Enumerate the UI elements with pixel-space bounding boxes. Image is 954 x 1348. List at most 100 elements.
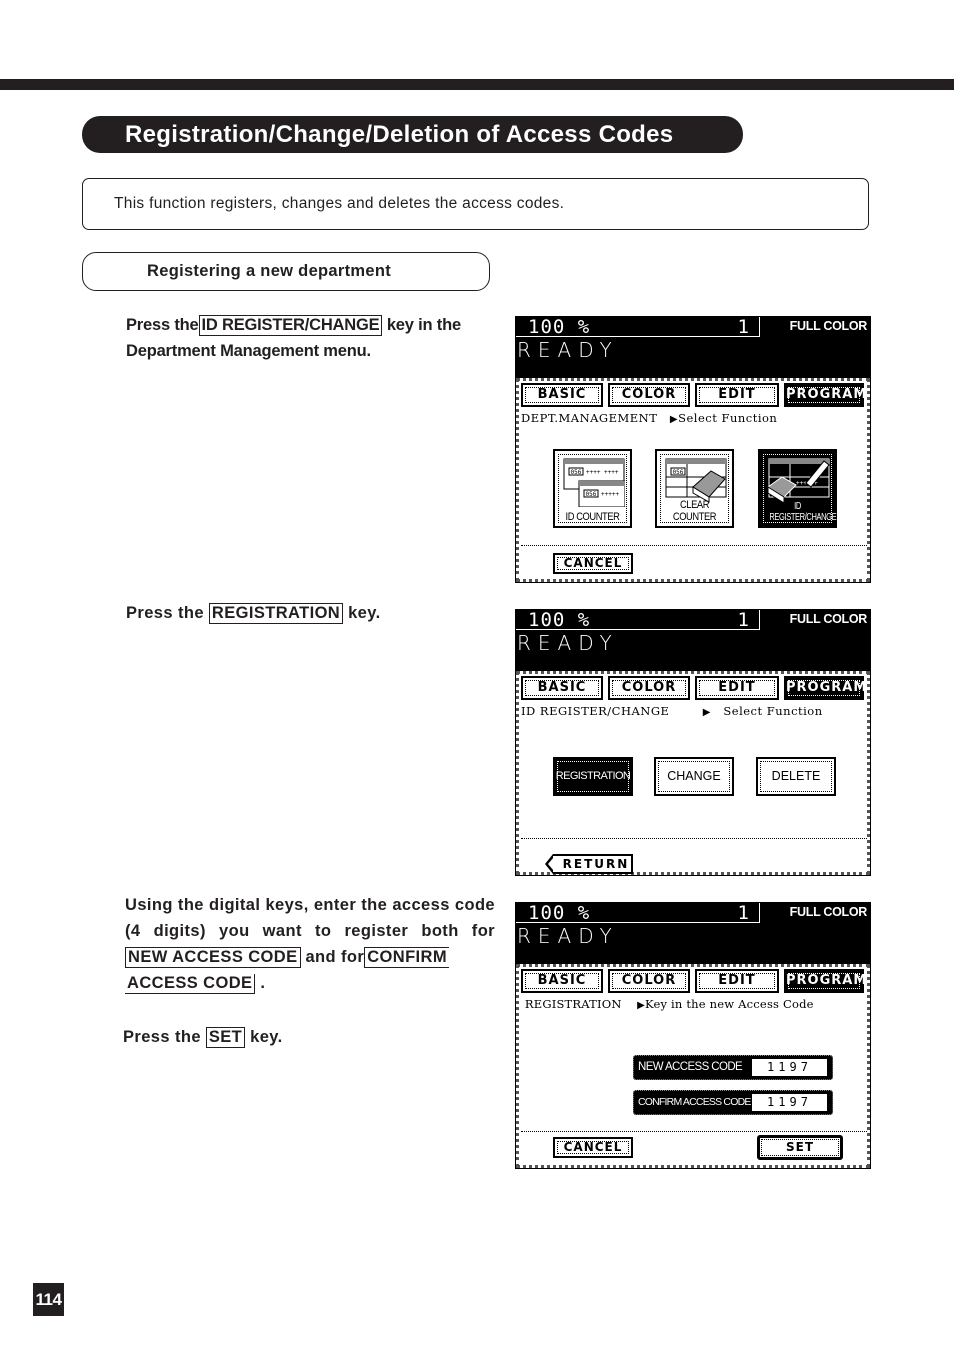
tab-color[interactable]: COLOR <box>608 676 690 700</box>
confirm-access-code-field[interactable]: 1197 <box>752 1094 827 1111</box>
set-button[interactable]: SET <box>757 1135 843 1160</box>
step-4-instruction: Press the SET key. <box>123 1024 493 1050</box>
mode-tabs: BASIC COLOR EDIT PROGRAM <box>521 676 867 702</box>
page-title: Registration/Change/Deletion of Access C… <box>82 116 743 153</box>
step-4-text-before: Press the <box>123 1028 201 1046</box>
cancel-button[interactable]: CANCEL <box>553 553 633 574</box>
icon-id-text-2: 056 <box>586 491 597 498</box>
new-access-code-field[interactable]: 1197 <box>752 1059 827 1076</box>
key-ref-id-register-change: ID REGISTER/CHANGE <box>198 315 383 336</box>
lcd-screen-registration: 100 % 1 FULL COLOR READY BASIC COLOR EDI… <box>515 902 871 1169</box>
key-ref-registration: REGISTRATION <box>208 603 344 624</box>
new-access-code-row: NEW ACCESS CODE 1197 <box>633 1055 833 1080</box>
mode-tabs: BASIC COLOR EDIT PROGRAM <box>521 383 867 409</box>
key-ref-set: SET <box>205 1027 246 1048</box>
lcd-screen-dept-management: 100 % 1 FULL COLOR READY BASIC COLOR EDI… <box>515 316 871 583</box>
status-message: READY <box>517 631 619 655</box>
icon-dots: ++++ ++++ <box>586 469 619 476</box>
clear-counter-button[interactable]: 056 CLEAR COUNTER <box>655 449 734 528</box>
tab-color[interactable]: COLOR <box>608 969 690 993</box>
step-1-text-before: Press the <box>126 316 199 334</box>
breadcrumb: ID REGISTER/CHANGE ▶ Select Function <box>521 704 867 718</box>
lcd-status-bar: 100 % 1 FULL COLOR READY <box>515 316 871 378</box>
crumb-menu: REGISTRATION <box>524 997 622 1011</box>
step-4-text-after: key. <box>250 1028 283 1046</box>
breadcrumb: DEPT.MANAGEMENT ▶Select Function <box>521 411 867 425</box>
registration-button[interactable]: REGISTRATION <box>553 757 633 796</box>
lcd-body: BASIC COLOR EDIT PROGRAM DEPT.MANAGEMENT… <box>516 378 870 582</box>
confirm-access-code-label: CONFIRM ACCESS CODE <box>638 1096 751 1108</box>
icon-dots-2: +++++ <box>601 491 619 498</box>
page-number: 114 <box>33 1283 64 1316</box>
copy-count: 1 <box>737 316 749 338</box>
key-ref-access-code: ACCESS CODE <box>125 974 256 994</box>
tab-program[interactable]: PROGRAM <box>784 676 866 700</box>
separator <box>521 1131 867 1132</box>
id-counter-button[interactable]: 056 ++++ ++++ 056 +++++ ID COUNTER <box>553 449 632 528</box>
step-3-instruction: Using the digital keys, enter the access… <box>125 892 495 996</box>
tab-basic[interactable]: BASIC <box>521 383 603 407</box>
tab-edit[interactable]: EDIT <box>695 383 779 407</box>
tab-edit[interactable]: EDIT <box>695 969 779 993</box>
change-button[interactable]: CHANGE <box>654 757 734 796</box>
lcd-screen-id-register-change: 100 % 1 FULL COLOR READY BASIC COLOR EDI… <box>515 609 871 876</box>
icon-id-text: 056 <box>571 469 582 476</box>
intro-box: This function registers, changes and del… <box>82 178 869 230</box>
lcd-body: BASIC COLOR EDIT PROGRAM ID REGISTER/CHA… <box>516 671 870 875</box>
tab-color[interactable]: COLOR <box>608 383 690 407</box>
color-mode: FULL COLOR <box>789 612 868 626</box>
color-mode: FULL COLOR <box>789 905 868 919</box>
new-access-code-label: NEW ACCESS CODE <box>638 1061 743 1073</box>
breadcrumb: REGISTRATION ▶Key in the new Access Code <box>521 997 867 1011</box>
triangle-right-icon: ▶ <box>669 414 679 425</box>
crumb-prompt: Key in the new Access Code <box>644 997 814 1011</box>
ratio-display: 100 % 1 <box>516 316 760 338</box>
tab-basic[interactable]: BASIC <box>521 969 603 993</box>
zoom-ratio: 100 % <box>528 609 591 631</box>
tab-edit[interactable]: EDIT <box>695 676 779 700</box>
clear-counter-label: CLEAR COUNTER <box>672 499 717 523</box>
confirm-access-code-row: CONFIRM ACCESS CODE 1197 <box>633 1090 833 1115</box>
crumb-prompt: Select Function <box>678 411 778 425</box>
step-2-instruction: Press the REGISTRATION key. <box>126 600 496 626</box>
id-register-change-button[interactable]: ++++++ ID REGISTER/CHANGE <box>758 449 837 528</box>
ratio-display: 100 % 1 <box>516 902 760 924</box>
header-rule <box>0 79 954 90</box>
return-button[interactable]: RETURN <box>545 854 633 874</box>
intro-text: This function registers, changes and del… <box>114 195 565 212</box>
counter-table-icon: 056 ++++ ++++ 056 +++++ <box>563 458 625 507</box>
status-message: READY <box>517 924 619 948</box>
delete-button[interactable]: DELETE <box>756 757 836 796</box>
tab-program[interactable]: PROGRAM <box>784 383 866 407</box>
ratio-display: 100 % 1 <box>516 609 760 631</box>
crumb-prompt: Select Function <box>723 704 823 718</box>
tab-program[interactable]: PROGRAM <box>784 969 866 993</box>
lcd-body: BASIC COLOR EDIT PROGRAM REGISTRATION ▶K… <box>516 964 870 1168</box>
step-1-instruction: Press the ID REGISTER/CHANGE key in the D… <box>126 312 496 364</box>
separator <box>521 545 867 546</box>
lcd-status-bar: 100 % 1 FULL COLOR READY <box>515 902 871 964</box>
step-2-text-after: key. <box>348 604 381 622</box>
section-title: Registering a new department <box>82 252 490 291</box>
step-3-text-2: and for <box>305 948 365 966</box>
id-register-change-label: ID REGISTER/CHANGE <box>769 501 837 523</box>
crumb-menu: ID REGISTER/CHANGE <box>521 704 670 718</box>
step-3-text-1: Using the digital keys, enter the access… <box>125 896 495 940</box>
separator <box>521 838 867 839</box>
id-counter-label: ID COUNTER <box>565 511 620 523</box>
tab-basic[interactable]: BASIC <box>521 676 603 700</box>
mode-tabs: BASIC COLOR EDIT PROGRAM <box>521 969 867 995</box>
step-3-text-3: . <box>260 974 266 992</box>
triangle-right-icon: ▶ <box>702 707 711 718</box>
key-ref-new-access-code: NEW ACCESS CODE <box>125 947 301 968</box>
status-message: READY <box>517 338 619 362</box>
pencil-eraser-table-icon: ++++++ <box>767 458 830 504</box>
icon-id-text-3: 056 <box>673 469 684 476</box>
triangle-right-icon: ▶ <box>637 1000 645 1011</box>
lcd-status-bar: 100 % 1 FULL COLOR READY <box>515 609 871 671</box>
crumb-menu: DEPT.MANAGEMENT <box>521 411 658 425</box>
cancel-button[interactable]: CANCEL <box>553 1137 633 1158</box>
zoom-ratio: 100 % <box>528 902 591 924</box>
copy-count: 1 <box>737 902 749 924</box>
copy-count: 1 <box>737 609 749 631</box>
